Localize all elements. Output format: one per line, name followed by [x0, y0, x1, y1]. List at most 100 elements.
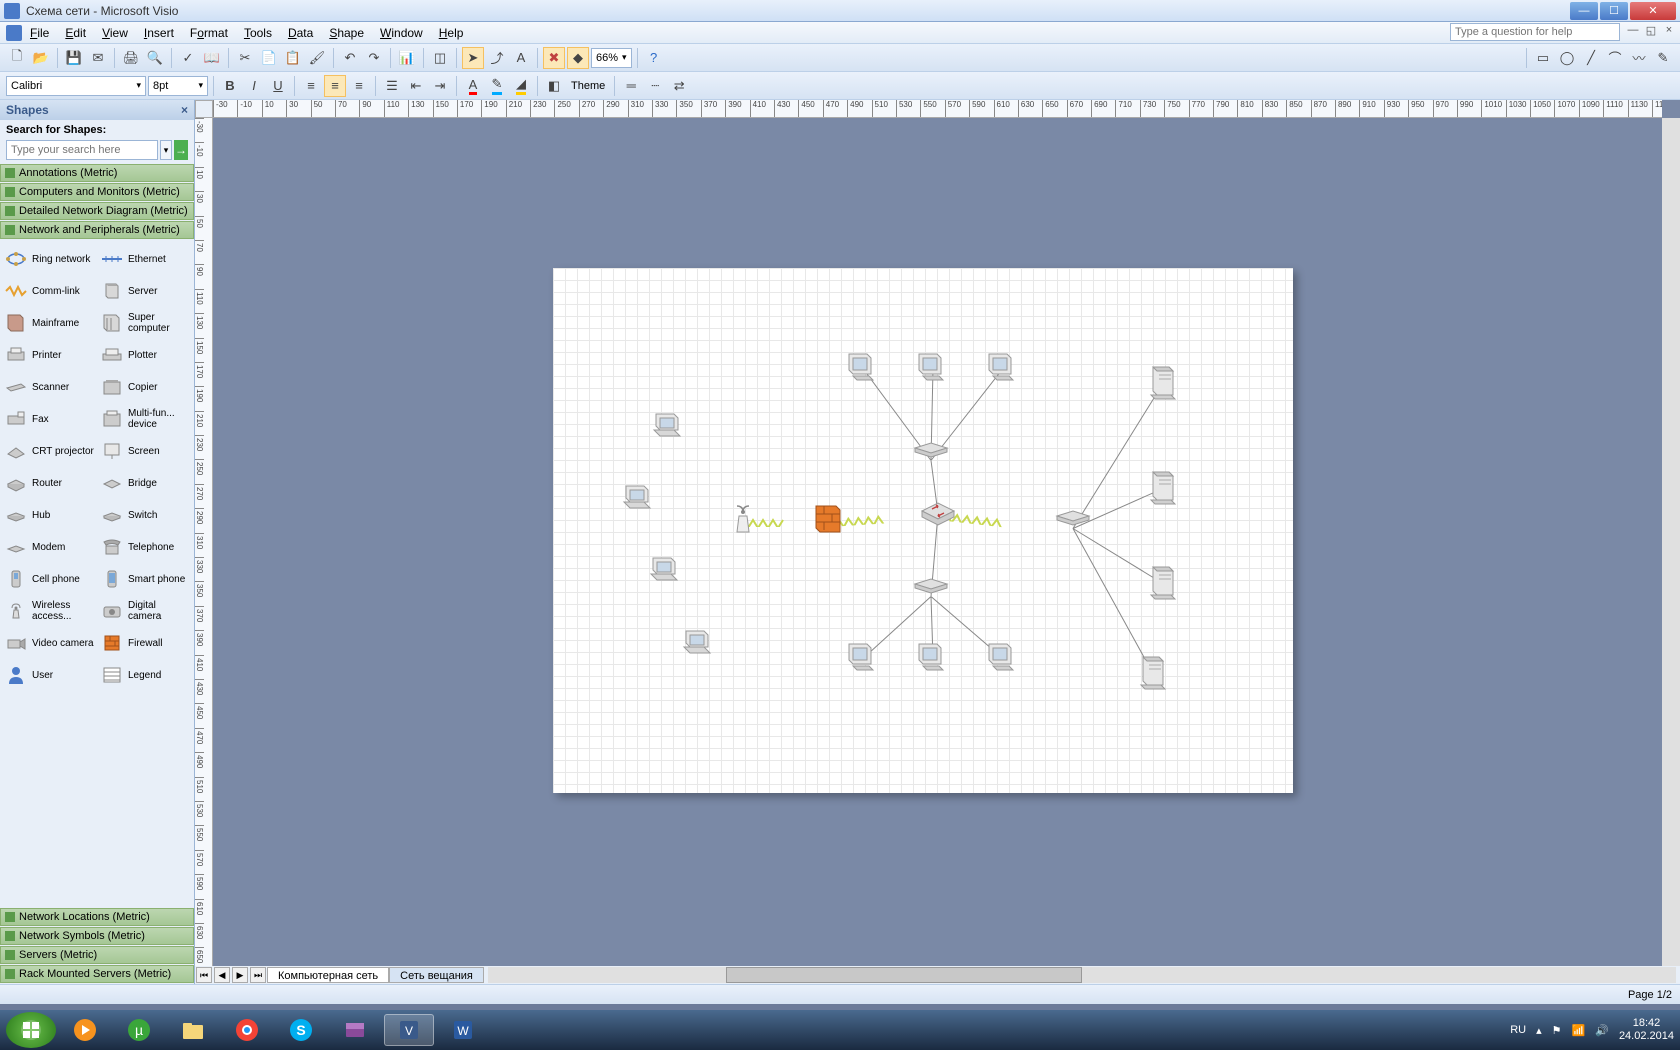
shapes-button[interactable]: ◫ — [429, 47, 451, 69]
diagram-pc[interactable] — [843, 348, 883, 388]
last-page-button[interactable]: ⏭ — [250, 967, 266, 983]
tray-flag-icon[interactable]: ⚑ — [1552, 1024, 1562, 1037]
shape-item-user[interactable]: User — [2, 660, 96, 690]
diagram-pc[interactable] — [913, 638, 953, 678]
italic-button[interactable]: I — [243, 75, 265, 97]
menu-shape[interactable]: Shape — [321, 24, 372, 42]
mdi-restore-icon[interactable]: ◱ — [1644, 24, 1658, 38]
freeform-tool-button[interactable]: 〰 — [1628, 47, 1650, 69]
tray-sound-icon[interactable]: 🔊 — [1595, 1024, 1609, 1037]
shape-item-dcam[interactable]: Digital camera — [98, 596, 192, 626]
page-tab-2[interactable]: Сеть вещания — [389, 967, 484, 983]
underline-button[interactable]: U — [267, 75, 289, 97]
connector-tool-button[interactable]: ⤴ — [486, 47, 508, 69]
diagram-server-tower[interactable] — [1143, 563, 1183, 603]
diagram-pc[interactable] — [983, 638, 1023, 678]
paste-button[interactable]: 📋 — [282, 47, 304, 69]
cut-button[interactable]: ✂ — [234, 47, 256, 69]
diagram-server-tower[interactable] — [1143, 363, 1183, 403]
shapes-panel-close-icon[interactable]: × — [181, 103, 188, 117]
align-center-button[interactable]: ≡ — [324, 75, 346, 97]
align-right-button[interactable]: ≡ — [348, 75, 370, 97]
diagram-wireless-ap[interactable] — [723, 500, 763, 540]
diagram-pc[interactable] — [843, 638, 883, 678]
shape-item-vcam[interactable]: Video camera — [2, 628, 96, 658]
shape-item-switch[interactable]: Switch — [98, 500, 192, 530]
horizontal-ruler[interactable]: -30-101030507090110130150170190210230250… — [213, 100, 1662, 118]
connector-line[interactable] — [1073, 528, 1154, 673]
menu-format[interactable]: Format — [182, 24, 236, 42]
shape-item-legend[interactable]: Legend — [98, 660, 192, 690]
shape-item-ring[interactable]: Ring network — [2, 244, 96, 274]
line-ends-button[interactable]: ⇄ — [668, 75, 690, 97]
vertical-scrollbar[interactable] — [1662, 118, 1680, 966]
shape-item-firewall[interactable]: Firewall — [98, 628, 192, 658]
ellipse-tool-button[interactable]: ◯ — [1556, 47, 1578, 69]
maximize-button[interactable]: ☐ — [1600, 2, 1628, 20]
align-left-button[interactable]: ≡ — [300, 75, 322, 97]
undo-button[interactable]: ↶ — [339, 47, 361, 69]
stencil-bottom-1[interactable]: Network Symbols (Metric) — [0, 927, 194, 945]
stencil-1[interactable]: Computers and Monitors (Metric) — [0, 183, 194, 201]
shape-item-copier[interactable]: Copier — [98, 372, 192, 402]
tray-clock[interactable]: 18:42 24.02.2014 — [1619, 1017, 1674, 1043]
prev-page-button[interactable]: ◀ — [214, 967, 230, 983]
print-button[interactable]: 🖨 — [120, 47, 142, 69]
open-button[interactable]: 📂 — [30, 47, 52, 69]
font-size-dropdown[interactable]: 8pt▾ — [148, 76, 208, 96]
mdi-close-icon[interactable]: × — [1662, 24, 1676, 38]
diagram-pc[interactable] — [913, 348, 953, 388]
diagram-router[interactable] — [918, 493, 958, 533]
pointer-tool-button[interactable]: ➤ — [462, 47, 484, 69]
shape-item-smart[interactable]: Smart phone — [98, 564, 192, 594]
spelling-button[interactable]: ✓ — [177, 47, 199, 69]
format-painter-button[interactable]: 🖌 — [306, 47, 328, 69]
start-button[interactable] — [6, 1012, 56, 1048]
shape-item-modem[interactable]: Modem — [2, 532, 96, 562]
next-page-button[interactable]: ▶ — [232, 967, 248, 983]
taskbar-utorrent-icon[interactable]: µ — [114, 1014, 164, 1046]
menu-insert[interactable]: Insert — [136, 24, 182, 42]
taskbar-winrar-icon[interactable] — [330, 1014, 380, 1046]
diagram-server-tower[interactable] — [1143, 468, 1183, 508]
diagram-laptop[interactable] — [645, 550, 685, 590]
first-page-button[interactable]: ⏮ — [196, 967, 212, 983]
line-pattern-button[interactable]: ┈ — [644, 75, 666, 97]
shape-item-scanner[interactable]: Scanner — [2, 372, 96, 402]
stencil-3[interactable]: Network and Peripherals (Metric) — [0, 221, 194, 239]
decrease-indent-button[interactable]: ⇤ — [405, 75, 427, 97]
diagram-pc[interactable] — [983, 348, 1023, 388]
shape-item-fax[interactable]: Fax — [2, 404, 96, 434]
connection-point-button[interactable]: ✖ — [543, 47, 565, 69]
menu-data[interactable]: Data — [280, 24, 321, 42]
tray-network-icon[interactable]: 📶 — [1572, 1024, 1586, 1037]
menu-file[interactable]: File — [22, 24, 57, 42]
menu-view[interactable]: View — [94, 24, 136, 42]
diagram-laptop[interactable] — [648, 406, 688, 446]
email-button[interactable]: ✉ — [87, 47, 109, 69]
taskbar-visio-icon[interactable]: V — [384, 1014, 434, 1046]
mdi-minimize-icon[interactable]: — — [1626, 24, 1640, 38]
shape-item-mainframe[interactable]: Mainframe — [2, 308, 96, 338]
pencil-tool-button[interactable]: ✎ — [1652, 47, 1674, 69]
rectangle-tool-button[interactable]: ▭ — [1532, 47, 1554, 69]
stencil-bottom-2[interactable]: Servers (Metric) — [0, 946, 194, 964]
taskbar-word-icon[interactable]: W — [438, 1014, 488, 1046]
line-tool-button[interactable]: ╱ — [1580, 47, 1602, 69]
diagram-server-tower[interactable] — [1133, 653, 1173, 693]
text-tool-button[interactable]: A — [510, 47, 532, 69]
shape-item-screen[interactable]: Screen — [98, 436, 192, 466]
diagram-switch[interactable] — [1053, 508, 1093, 528]
vertical-ruler[interactable]: -30-101030507090110130150170190210230250… — [195, 118, 213, 966]
zoom-dropdown[interactable]: 66%▾ — [591, 48, 632, 68]
shapes-search-dropdown[interactable]: ▾ — [160, 140, 172, 160]
taskbar-skype-icon[interactable]: S — [276, 1014, 326, 1046]
font-color-button[interactable]: A — [462, 75, 484, 97]
shape-item-bridge[interactable]: Bridge — [98, 468, 192, 498]
research-button[interactable]: 📖 — [201, 47, 223, 69]
theme-label[interactable]: Theme — [567, 80, 609, 92]
tray-arrow-icon[interactable]: ▴ — [1536, 1024, 1542, 1037]
shapes-search-input[interactable] — [6, 140, 158, 160]
save-button[interactable]: 💾 — [63, 47, 85, 69]
shape-item-router[interactable]: Router — [2, 468, 96, 498]
